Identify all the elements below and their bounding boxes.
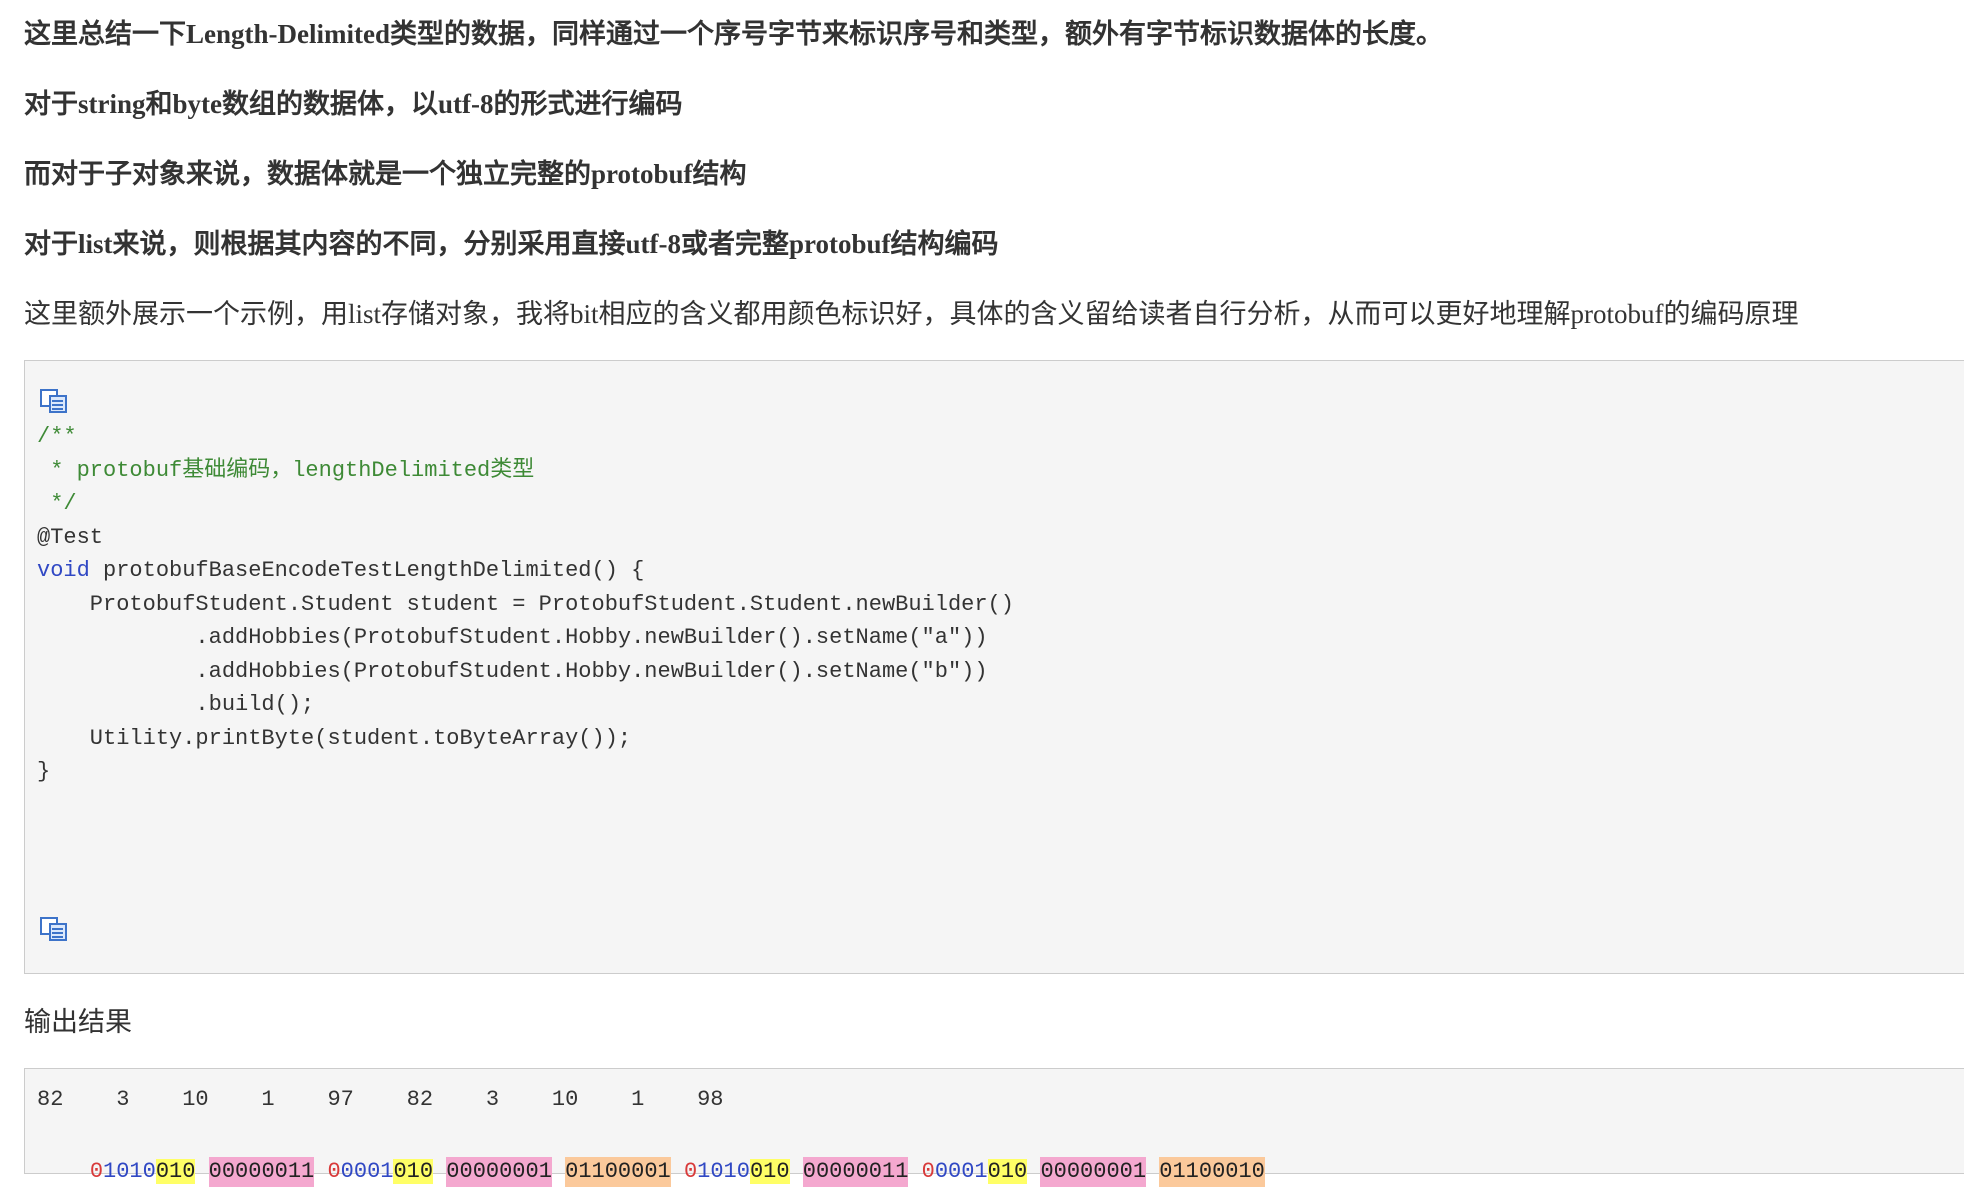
code-add-hobby-a: .addHobbies(ProtobufStudent.Hobby.newBui… bbox=[37, 625, 988, 650]
output-decimal-values: 82 3 10 1 97 82 3 10 1 98 bbox=[37, 1087, 724, 1112]
length-byte: 00000011 bbox=[802, 1157, 909, 1187]
code-keyword-void: void bbox=[37, 558, 90, 583]
code-method-signature: void protobufBaseEncodeTestLengthDelimit… bbox=[37, 556, 644, 586]
length-byte: 00000011 bbox=[208, 1157, 315, 1187]
code-comment-open: /** bbox=[37, 424, 77, 449]
output-binary-values: 01010010 00000011 00001010 00000001 0110… bbox=[37, 1127, 1265, 1198]
output-block: 82 3 10 1 97 82 3 10 1 98 01010010 00000… bbox=[24, 1068, 1964, 1187]
data-byte: 01100001 bbox=[565, 1157, 671, 1187]
sub-object-paragraph: 而对于子对象来说，数据体就是一个独立完整的protobuf结构 bbox=[24, 159, 747, 189]
list-paragraph: 对于list来说，则根据其内容的不同，分别采用直接utf-8或者完整protob… bbox=[24, 229, 999, 259]
tag-byte: 00001010 bbox=[327, 1159, 434, 1184]
tag-byte: 01010010 bbox=[683, 1159, 790, 1184]
code-comment-close: */ bbox=[37, 491, 77, 516]
length-byte: 00000001 bbox=[1040, 1157, 1147, 1187]
copy-code-icon[interactable] bbox=[39, 916, 69, 942]
tag-byte: 00001010 bbox=[921, 1159, 1028, 1184]
copy-code-icon[interactable] bbox=[39, 388, 69, 414]
summary-paragraph: 这里总结一下Length-Delimited类型的数据，同样通过一个序号字节来标… bbox=[24, 19, 1443, 49]
code-build-line: .build(); bbox=[37, 692, 315, 717]
code-closing-brace: } bbox=[37, 759, 51, 784]
data-byte: 01100010 bbox=[1159, 1157, 1265, 1187]
code-add-hobby-b: .addHobbies(ProtobufStudent.Hobby.newBui… bbox=[37, 659, 988, 684]
tag-byte: 01010010 bbox=[89, 1159, 196, 1184]
code-comment-text: * protobuf基础编码，lengthDelimited类型 bbox=[37, 458, 535, 483]
code-print-line: Utility.printByte(student.toByteArray())… bbox=[37, 726, 632, 751]
code-method-name: protobufBaseEncodeTestLengthDelimited() … bbox=[89, 558, 645, 583]
code-block: /** * protobuf基础编码，lengthDelimited类型 */ … bbox=[24, 360, 1964, 974]
string-bytes-paragraph: 对于string和byte数组的数据体，以utf-8的形式进行编码 bbox=[24, 89, 683, 119]
code-builder-line: ProtobufStudent.Student student = Protob… bbox=[37, 592, 1014, 617]
example-intro-paragraph: 这里额外展示一个示例，用list存储对象，我将bit相应的含义都用颜色标识好，具… bbox=[24, 299, 1799, 329]
length-byte: 00000001 bbox=[446, 1157, 552, 1187]
output-label: 输出结果 bbox=[24, 1007, 132, 1037]
code-annotation: @Test bbox=[37, 525, 104, 550]
